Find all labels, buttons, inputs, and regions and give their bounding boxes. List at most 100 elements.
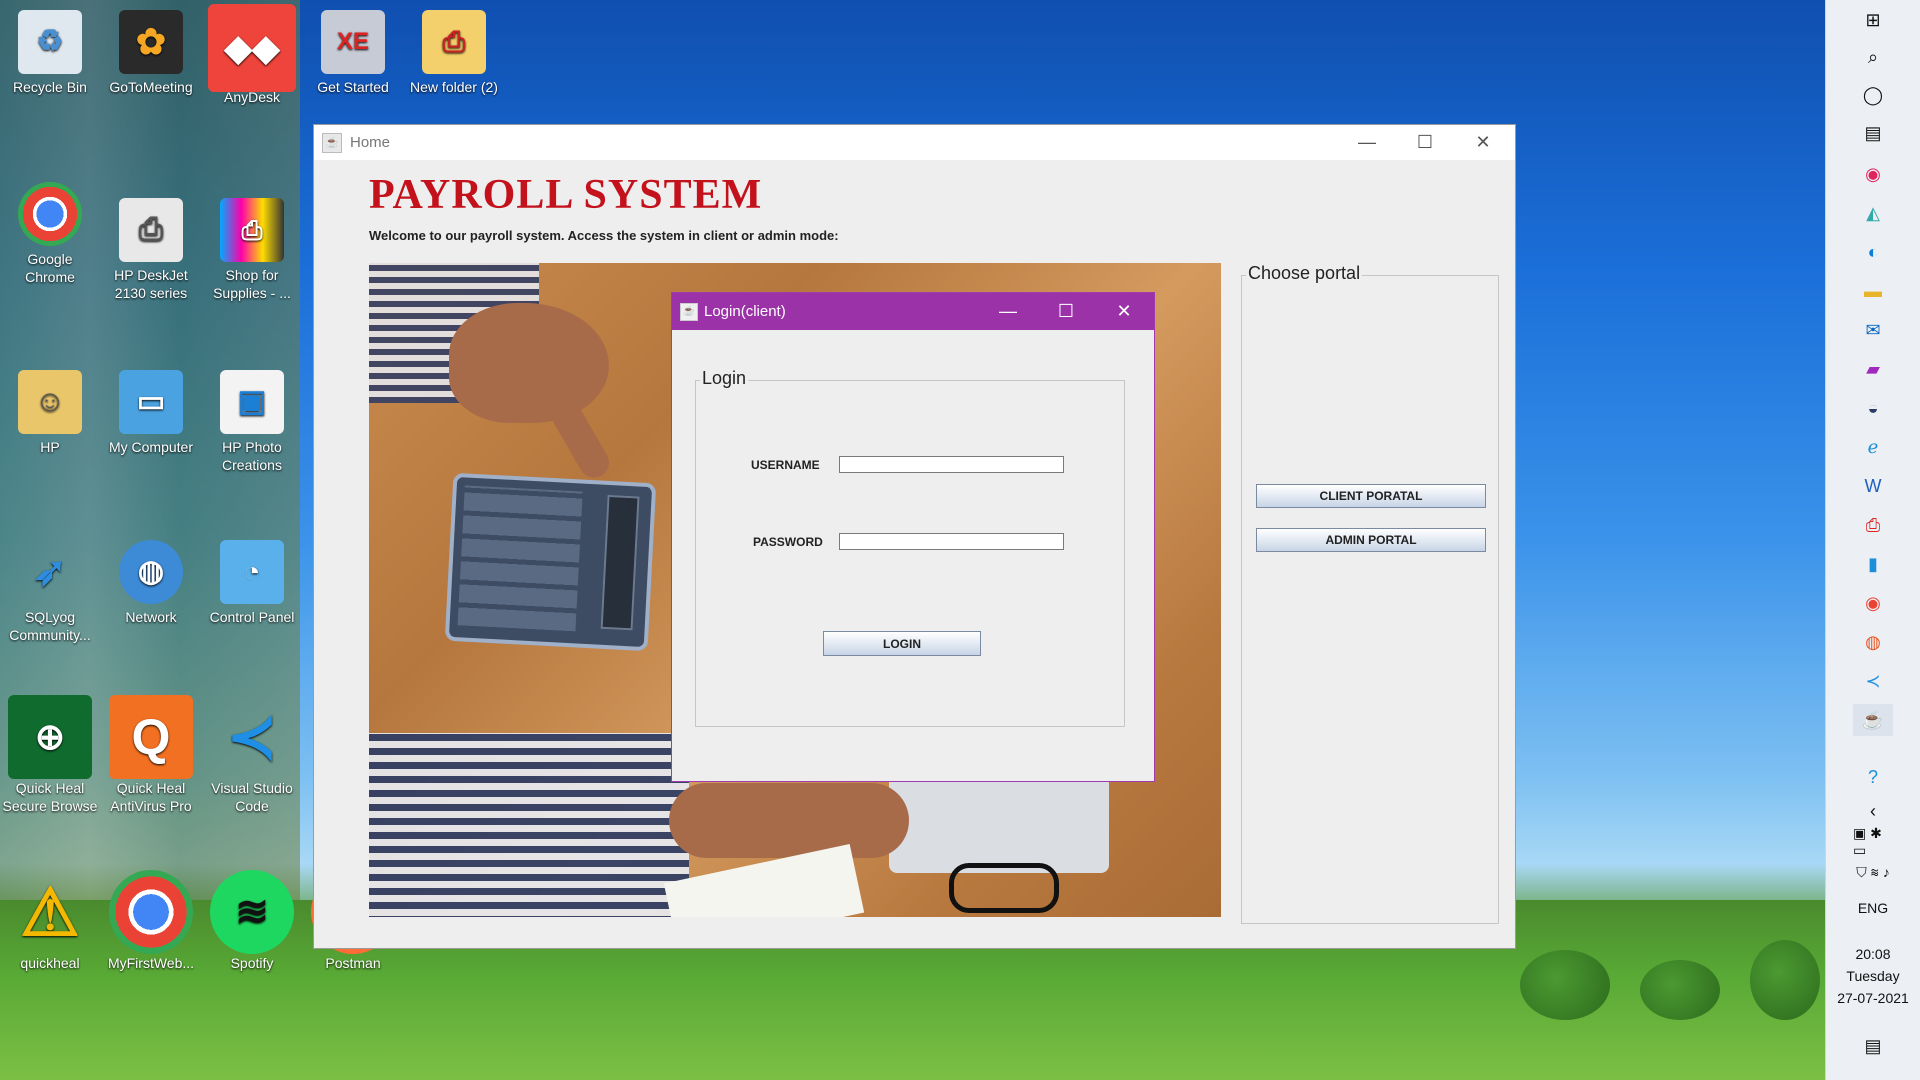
client-portal-button[interactable]: CLIENT PORATAL — [1256, 484, 1486, 508]
calculator-keys — [457, 485, 583, 632]
home-titlebar[interactable]: ☕ Home — ☐ ✕ — [314, 125, 1515, 160]
desktop-icon-hp[interactable]: ☺ HP — [2, 370, 98, 456]
minimize-button[interactable]: — — [979, 293, 1037, 330]
phone-icon[interactable]: ▮ — [1853, 548, 1893, 580]
calculator-screen — [600, 494, 640, 631]
edge-icon[interactable]: ◐ — [1853, 236, 1893, 268]
chrome-icon — [109, 870, 193, 954]
chevron-left-icon[interactable]: ‹ — [1853, 795, 1893, 827]
desktop-icon-hp-photo[interactable]: ▣ HP Photo Creations — [204, 370, 300, 474]
username-input[interactable] — [839, 456, 1064, 473]
computer-icon: ▭ — [119, 370, 183, 434]
close-button[interactable]: ✕ — [1454, 125, 1512, 160]
desktop-icon-label: SQLyog Community... — [9, 609, 91, 643]
internet-explorer-icon[interactable]: ℯ — [1853, 431, 1893, 463]
java-icon[interactable]: ☕ — [1853, 704, 1893, 736]
acrobat-icon[interactable]: ⎙ — [1853, 509, 1893, 541]
chrome-icon — [18, 182, 82, 246]
minimize-button[interactable]: — — [1338, 125, 1396, 160]
maximize-button[interactable]: ☐ — [1396, 125, 1454, 160]
shirt-sleeve — [369, 733, 689, 917]
desktop-icon-label: My Computer — [108, 439, 194, 455]
desktop-icon-sqlyog[interactable]: ➶ SQLyog Community... — [2, 540, 98, 644]
desktop-icon-label: Google Chrome — [25, 251, 75, 285]
close-button[interactable]: ✕ — [1095, 293, 1153, 330]
desktop-icon-label: Shop for Supplies - ... — [213, 267, 291, 301]
desktop-icon-quickheal[interactable]: ⚠ quickheal — [2, 870, 98, 972]
dolphin-icon: ➶ — [33, 550, 67, 594]
admin-portal-button[interactable]: ADMIN PORTAL — [1256, 528, 1486, 552]
laptop-image — [889, 773, 1109, 873]
desktop-icon-network[interactable]: ◍ Network — [103, 540, 199, 626]
desktop-icon-spotify[interactable]: ≋ Spotify — [204, 870, 300, 972]
desktop-icon-control-panel[interactable]: ◔ Control Panel — [204, 540, 300, 626]
vscode-icon[interactable]: ≺ — [1853, 665, 1893, 697]
app-icon[interactable]: ◭ — [1853, 197, 1893, 229]
cortana-icon[interactable]: ◯ — [1853, 79, 1893, 111]
desktop-icon-vscode[interactable]: ≺ Visual Studio Code — [204, 695, 300, 815]
login-legend: Login — [700, 368, 749, 389]
record-app-icon[interactable]: ◉ — [1853, 158, 1893, 190]
mail-icon[interactable]: ✉ — [1853, 314, 1893, 346]
home-window-title: Home — [350, 134, 391, 151]
printer-supplies-icon: ⎙ — [220, 198, 284, 262]
control-panel-icon: ◔ — [220, 540, 284, 604]
desktop-icon-new-folder[interactable]: ⎙ New folder (2) — [406, 10, 502, 96]
desktop-icon-my-computer[interactable]: ▭ My Computer — [103, 370, 199, 456]
desktop-icon-recycle-bin[interactable]: ♻ Recycle Bin — [2, 10, 98, 96]
word-icon[interactable]: W — [1853, 470, 1893, 502]
chrome-icon[interactable]: ◉ — [1853, 587, 1893, 619]
desktop-icon-label: Postman — [325, 955, 381, 971]
desktop-icon-quickheal-antivirus[interactable]: Q Quick Heal AntiVirus Pro — [103, 695, 199, 815]
desktop-icon-label: Spotify — [230, 955, 274, 971]
search-icon[interactable]: ⌕ — [1853, 41, 1893, 73]
desktop-icon-chrome[interactable]: Google Chrome — [2, 182, 98, 286]
ubuntu-icon[interactable]: ◍ — [1853, 626, 1893, 658]
file-explorer-icon[interactable]: ▬ — [1853, 275, 1893, 307]
login-titlebar[interactable]: ☕ Login(client) — ☐ ✕ — [672, 293, 1154, 330]
wallpaper-tree — [1520, 950, 1610, 1020]
java-icon: ☕ — [322, 132, 342, 153]
maximize-button[interactable]: ☐ — [1037, 293, 1095, 330]
desktop-icon-gotomeeting[interactable]: ✿ GoToMeeting — [103, 10, 199, 96]
login-window-title: Login(client) — [704, 303, 786, 320]
eclipse-icon[interactable]: ◒ — [1853, 392, 1893, 424]
printer-icon: ⎙ — [119, 198, 183, 262]
spotify-icon: ≋ — [210, 870, 294, 954]
language-indicator[interactable]: ENG — [1826, 900, 1920, 916]
help-icon[interactable]: ? — [1853, 761, 1893, 793]
desktop-icon-label: Recycle Bin — [13, 79, 87, 95]
desktop-icon-shop-supplies[interactable]: ⎙ Shop for Supplies - ... — [204, 198, 300, 302]
desktop-icon-myfirstweb[interactable]: MyFirstWeb... — [103, 870, 199, 972]
network-volume-icons[interactable]: ⛉ ≋ ♪ — [1853, 856, 1893, 888]
desktop-icon-get-started[interactable]: XE Get Started — [305, 10, 401, 96]
desktop-icon-label: New folder (2) — [410, 79, 498, 95]
desktop-icon-label: Visual Studio Code — [211, 780, 293, 814]
windows-start-icon[interactable]: ⊞ — [1853, 4, 1893, 36]
database-xe-icon: XE — [321, 10, 385, 74]
desktop-icon-label: GoToMeeting — [109, 79, 193, 95]
login-button[interactable]: LOGIN — [823, 631, 981, 656]
calculator-image — [444, 472, 657, 652]
app-title: PAYROLL SYSTEM — [369, 172, 763, 218]
globe-shield-icon: ⊕ — [8, 695, 92, 779]
gotomeeting-icon: ✿ — [119, 10, 183, 74]
clock-date: 27-07-2021 — [1837, 990, 1909, 1006]
task-view-icon[interactable]: ▤ — [1853, 117, 1893, 149]
desktop-icon-anydesk[interactable]: ◆◆ AnyDesk — [204, 4, 300, 106]
notification-icon[interactable]: ▤ — [1853, 1030, 1893, 1062]
recycle-bin-icon: ♻ — [18, 10, 82, 74]
desktop-icon-label: Quick Heal Secure Browse — [2, 780, 98, 814]
desktop-icon-label: HP — [40, 439, 60, 455]
app-icon[interactable]: ▰ — [1853, 353, 1893, 385]
wallpaper-tree — [1750, 940, 1820, 1020]
desktop-icon-hp-deskjet[interactable]: ⎙ HP DeskJet 2130 series — [103, 198, 199, 302]
java-icon: ☕ — [680, 302, 698, 321]
clock-time[interactable]: 20:08 — [1826, 946, 1920, 962]
taskbar: ⊞ ⌕ ◯ ▤ ◉ ◭ ◐ ▬ ✉ ▰ ◒ ℯ W ⎙ ▮ ◉ ◍ ≺ ☕ ? … — [1825, 0, 1920, 1080]
system-tray-icons[interactable]: ▣ ✱ ▭ — [1853, 825, 1893, 858]
desktop-icon-quickheal-browse[interactable]: ⊕ Quick Heal Secure Browse — [2, 695, 98, 815]
password-input[interactable] — [839, 533, 1064, 550]
welcome-text: Welcome to our payroll system. Access th… — [369, 228, 839, 243]
choose-portal-legend: Choose portal — [1246, 263, 1363, 284]
